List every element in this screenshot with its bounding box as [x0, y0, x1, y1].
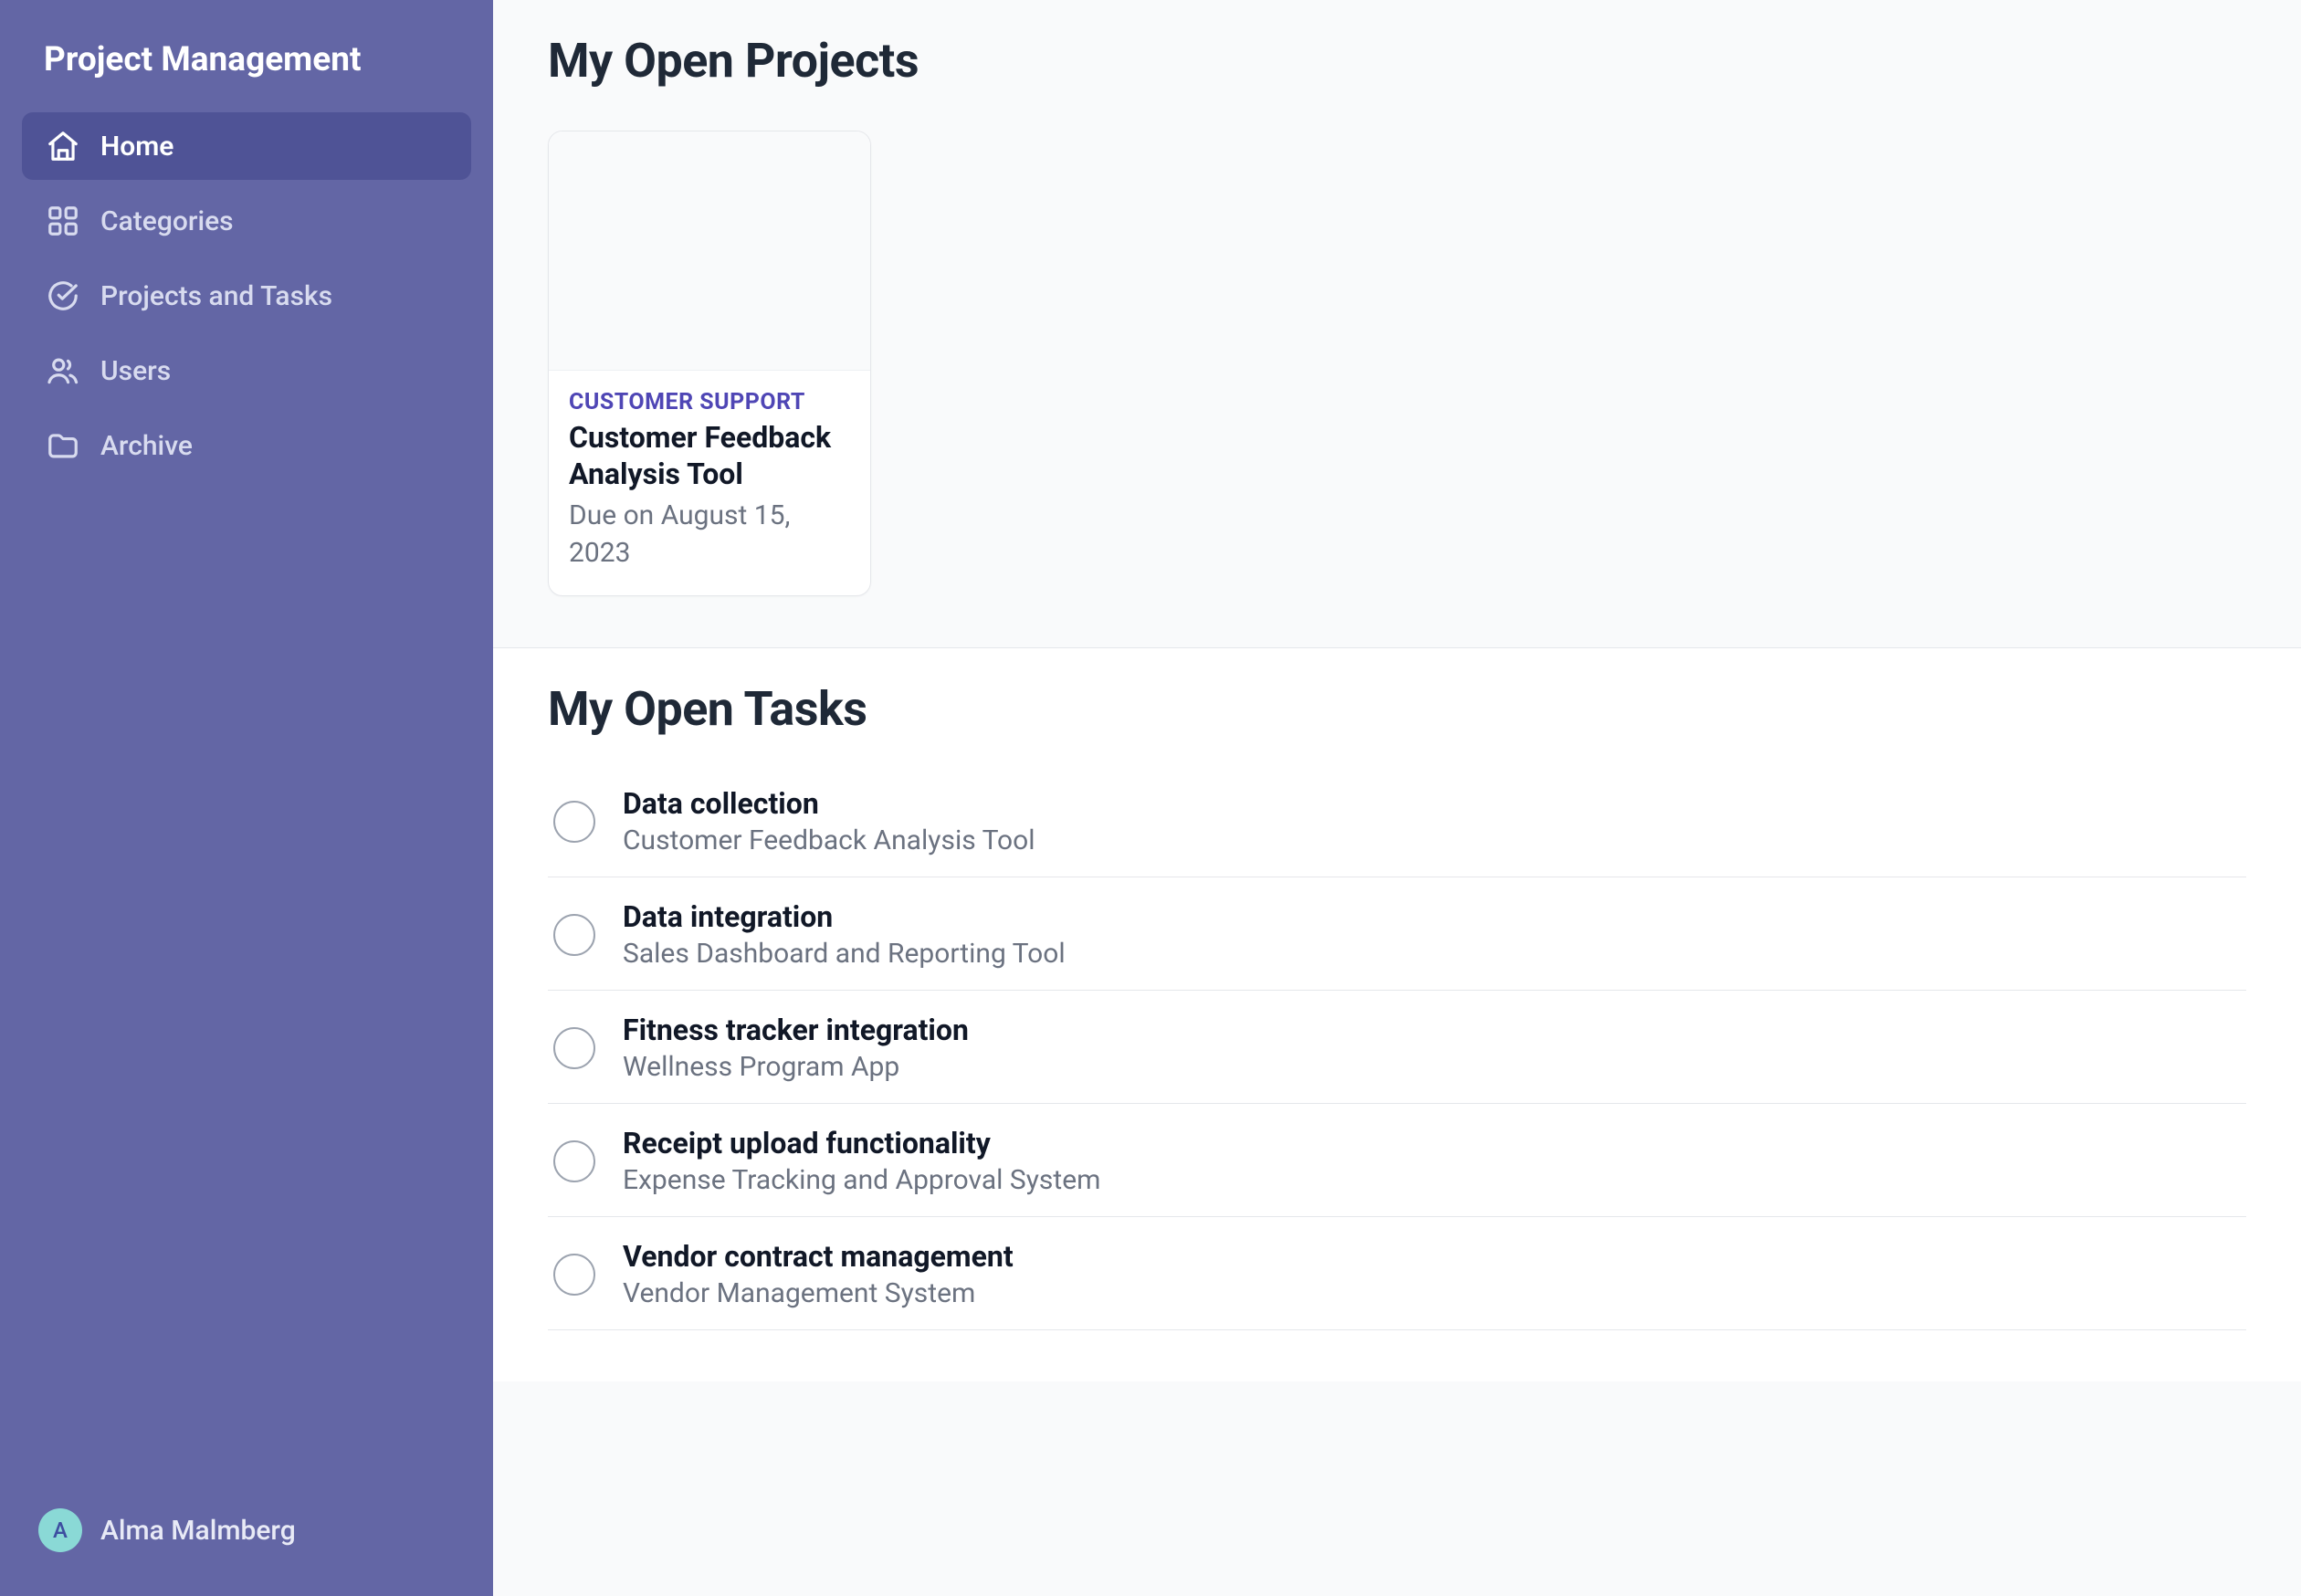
users-icon: [46, 353, 80, 388]
task-complete-toggle[interactable]: [553, 1027, 595, 1069]
nav-item-users[interactable]: Users: [22, 337, 471, 404]
nav-label: Projects and Tasks: [100, 280, 332, 312]
task-title: Vendor contract management: [623, 1239, 1014, 1274]
project-name: Customer Feedback Analysis Tool: [569, 419, 850, 492]
nav-item-categories[interactable]: Categories: [22, 187, 471, 255]
open-tasks-section: My Open Tasks Data collection Customer F…: [493, 647, 2301, 1381]
task-title: Data integration: [623, 899, 1066, 934]
task-list: Data collection Customer Feedback Analys…: [548, 779, 2246, 1330]
task-project: Sales Dashboard and Reporting Tool: [623, 938, 1066, 970]
user-name: Alma Malmberg: [100, 1515, 296, 1547]
nav-item-projects-tasks[interactable]: Projects and Tasks: [22, 262, 471, 330]
task-project: Wellness Program App: [623, 1051, 969, 1083]
nav-list: Home Categories Projects and Tasks Users…: [22, 112, 471, 487]
task-complete-toggle[interactable]: [553, 1254, 595, 1296]
check-circle-icon: [46, 278, 80, 313]
open-projects-section: My Open Projects CUSTOMER SUPPORT Custom…: [493, 0, 2301, 647]
nav-item-home[interactable]: Home: [22, 112, 471, 180]
task-complete-toggle[interactable]: [553, 914, 595, 956]
nav-label: Archive: [100, 430, 193, 462]
task-row[interactable]: Receipt upload functionality Expense Tra…: [548, 1104, 2246, 1217]
task-title: Receipt upload functionality: [623, 1126, 1100, 1160]
task-project: Customer Feedback Analysis Tool: [623, 824, 1035, 856]
open-tasks-title: My Open Tasks: [548, 681, 2246, 737]
task-row[interactable]: Data collection Customer Feedback Analys…: [548, 779, 2246, 877]
task-title: Fitness tracker integration: [623, 1013, 969, 1047]
home-icon: [46, 129, 80, 163]
sidebar-user[interactable]: A Alma Malmberg: [22, 1497, 471, 1563]
project-category: CUSTOMER SUPPORT: [569, 389, 850, 415]
nav-label: Home: [100, 131, 173, 163]
sidebar: Project Management Home Categories Proje…: [0, 0, 493, 1596]
main-content: My Open Projects CUSTOMER SUPPORT Custom…: [493, 0, 2301, 1596]
task-complete-toggle[interactable]: [553, 801, 595, 843]
task-title: Data collection: [623, 786, 1035, 821]
folder-icon: [46, 428, 80, 463]
project-due-date: Due on August 15, 2023: [569, 498, 850, 572]
task-project: Expense Tracking and Approval System: [623, 1164, 1100, 1196]
nav-label: Categories: [100, 205, 234, 237]
project-card[interactable]: CUSTOMER SUPPORT Customer Feedback Analy…: [548, 131, 871, 596]
nav-item-archive[interactable]: Archive: [22, 412, 471, 479]
open-projects-title: My Open Projects: [548, 33, 2246, 89]
app-title: Project Management: [22, 40, 471, 112]
task-project: Vendor Management System: [623, 1277, 1014, 1309]
nav-label: Users: [100, 355, 171, 387]
avatar: A: [38, 1508, 82, 1552]
task-row[interactable]: Vendor contract management Vendor Manage…: [548, 1217, 2246, 1330]
grid-icon: [46, 204, 80, 238]
task-row[interactable]: Fitness tracker integration Wellness Pro…: [548, 991, 2246, 1104]
task-complete-toggle[interactable]: [553, 1140, 595, 1182]
task-row[interactable]: Data integration Sales Dashboard and Rep…: [548, 877, 2246, 991]
project-thumbnail: [549, 131, 870, 371]
